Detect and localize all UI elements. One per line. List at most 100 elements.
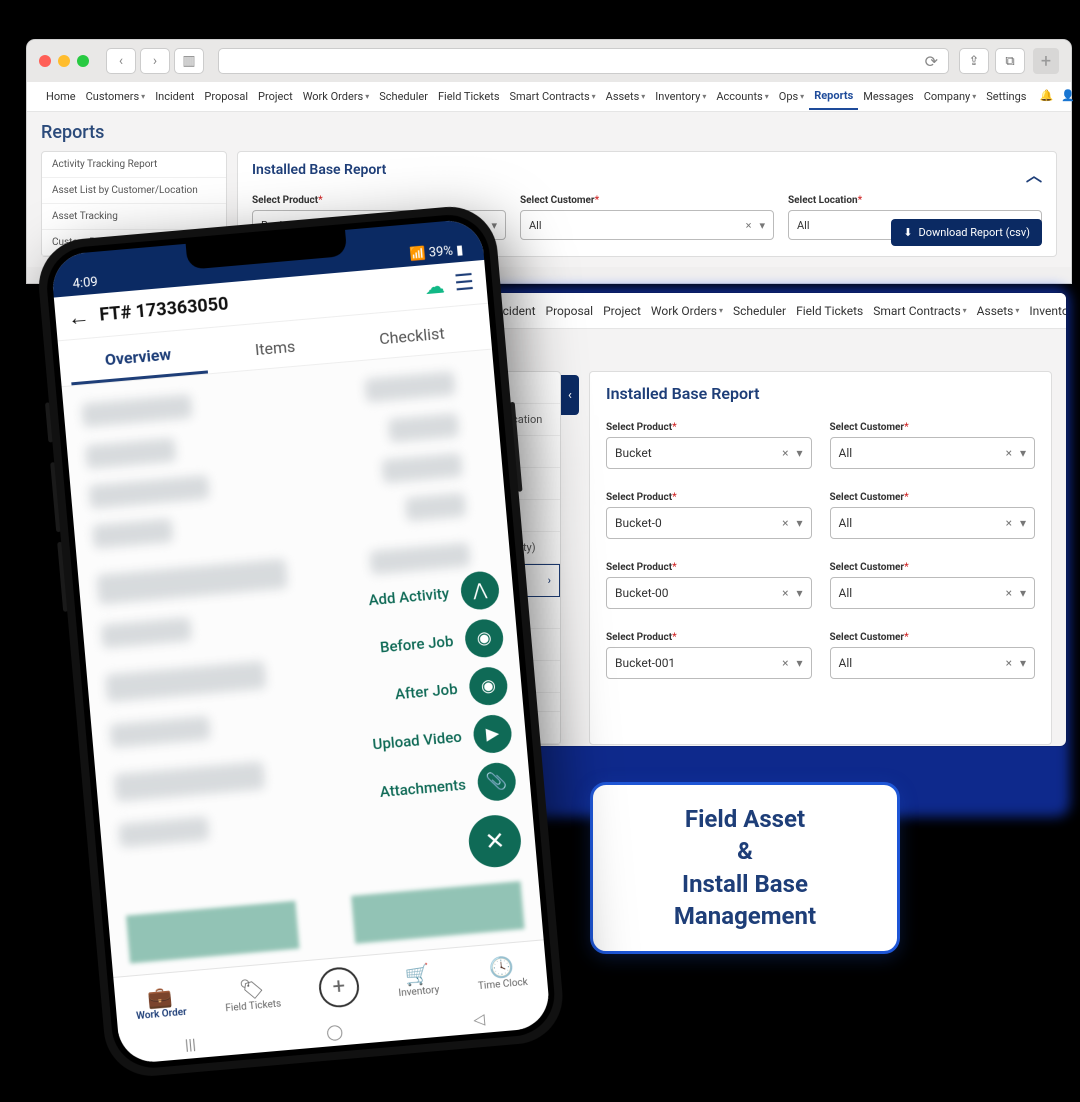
nav-label: Inventory bbox=[398, 985, 440, 1000]
chevron-down-icon: ▾ bbox=[1015, 306, 1019, 315]
nav-item-project[interactable]: Project bbox=[253, 90, 298, 103]
chevron-down-icon: ▾ bbox=[641, 92, 645, 101]
nav-item-reports[interactable]: Reports bbox=[809, 83, 858, 110]
nav-item-field-tickets[interactable]: Field Tickets bbox=[791, 304, 868, 318]
report-panel: Installed Base Report Select Product* Buc… bbox=[589, 371, 1052, 745]
clear-icon: × bbox=[782, 656, 788, 670]
fab-item-upload-video[interactable]: Upload Video▶ bbox=[371, 713, 513, 763]
fab-label: Before Job bbox=[379, 632, 454, 656]
nav-item-field-tickets[interactable]: Field Tickets bbox=[433, 90, 505, 103]
bottom-nav-add[interactable]: + bbox=[317, 965, 361, 1010]
sidebar-collapse-button[interactable]: ‹ bbox=[561, 375, 579, 415]
nav-item-home[interactable]: Home bbox=[41, 90, 81, 103]
share-button[interactable]: ⇪ bbox=[959, 48, 989, 74]
nav-item-proposal[interactable]: Proposal bbox=[199, 90, 253, 103]
chevron-down-icon: ▾ bbox=[972, 92, 976, 101]
nav-label: Work Order bbox=[136, 1007, 187, 1022]
bottom-nav-time-clock[interactable]: 🕓Time Clock bbox=[476, 955, 529, 992]
nav-item-ops[interactable]: Ops▾ bbox=[774, 90, 809, 103]
forward-button[interactable]: › bbox=[140, 48, 170, 74]
collapse-panel-icon[interactable]: ︿ bbox=[1026, 162, 1042, 186]
back-arrow-icon[interactable]: ← bbox=[67, 303, 91, 331]
chevron-down-icon: ▾ bbox=[719, 306, 723, 315]
status-time: 4:09 bbox=[72, 275, 98, 292]
select-product-dropdown[interactable]: Bucket-0× ▾ bbox=[606, 507, 812, 539]
close-window-icon[interactable] bbox=[39, 55, 51, 67]
bottom-nav-work-order[interactable]: 💼Work Order bbox=[134, 985, 187, 1022]
sidebar-item[interactable]: Asset Tracking bbox=[42, 204, 226, 230]
reload-icon[interactable]: ⟳ bbox=[925, 52, 938, 71]
page-title: Reports bbox=[41, 122, 1057, 143]
chevron-down-icon: ▾ bbox=[1020, 656, 1026, 670]
nav-item-accounts[interactable]: Accounts▾ bbox=[711, 90, 773, 103]
nav-item-incident[interactable]: Incident bbox=[150, 90, 199, 103]
select-product-dropdown[interactable]: Bucket-00× ▾ bbox=[606, 577, 812, 609]
nav-item-customers[interactable]: Customers▾ bbox=[81, 90, 151, 103]
user-avatar-icon[interactable]: 👤 bbox=[1061, 89, 1075, 105]
download-icon: ⬇ bbox=[903, 226, 912, 239]
sidebar-toggle-button[interactable]: ▥ bbox=[174, 48, 204, 74]
select-product-dropdown[interactable]: Bucket× ▾ bbox=[606, 437, 812, 469]
nav-item-settings[interactable]: Settings bbox=[981, 90, 1031, 103]
fab-item-after-job[interactable]: After Job◉ bbox=[393, 666, 508, 714]
panel-title: Installed Base Report bbox=[606, 384, 1035, 403]
select-customer-label: Select Customer* bbox=[520, 195, 599, 206]
address-bar[interactable]: ⟳ bbox=[218, 48, 949, 74]
fab-item-attachments[interactable]: Attachments 📎 bbox=[378, 761, 517, 811]
maximize-window-icon[interactable] bbox=[77, 55, 89, 67]
bottom-nav-field-tickets[interactable]: 🏷Field Tickets bbox=[223, 977, 282, 1015]
fab-icon: ◉ bbox=[468, 666, 509, 707]
select-customer-dropdown[interactable]: All× ▾ bbox=[830, 507, 1036, 539]
nav-icon: 🛒 bbox=[404, 963, 431, 985]
fab-icon: ⋀ bbox=[459, 570, 500, 611]
nav-item-assets[interactable]: Assets▾ bbox=[972, 304, 1025, 318]
fab-close-button[interactable]: ✕ bbox=[467, 813, 523, 869]
nav-item-messages[interactable]: Messages bbox=[858, 90, 918, 103]
new-tab-button[interactable]: + bbox=[1033, 48, 1059, 74]
bottom-nav-inventory[interactable]: 🛒Inventory bbox=[396, 963, 440, 999]
back-icon[interactable]: ◁ bbox=[473, 1010, 486, 1029]
select-product-label: Select Product* bbox=[606, 492, 677, 503]
select-product-dropdown[interactable]: Bucket-001× ▾ bbox=[606, 647, 812, 679]
select-customer-label: Select Customer* bbox=[830, 422, 909, 433]
clear-icon: × bbox=[1006, 656, 1012, 670]
minimize-window-icon[interactable] bbox=[58, 55, 70, 67]
select-product-label: Select Product* bbox=[252, 195, 323, 206]
nav-item-smart-contracts[interactable]: Smart Contracts▾ bbox=[868, 304, 971, 318]
fab-label: Attachments bbox=[379, 776, 466, 801]
nav-item-inventory[interactable]: Inventory▾ bbox=[1024, 304, 1066, 318]
sidebar-item[interactable]: Activity Tracking Report bbox=[42, 152, 226, 178]
chevron-down-icon: ▾ bbox=[796, 446, 802, 460]
download-report-button[interactable]: ⬇Download Report (csv) bbox=[891, 219, 1042, 246]
nav-item-assets[interactable]: Assets▾ bbox=[601, 90, 651, 103]
tabs-button[interactable]: ⧉ bbox=[995, 48, 1025, 74]
recent-apps-icon[interactable]: ||| bbox=[184, 1035, 197, 1054]
chevron-down-icon: ▾ bbox=[963, 306, 967, 315]
chevron-down-icon: ▾ bbox=[796, 656, 802, 670]
select-customer-dropdown[interactable]: All×▾ bbox=[520, 210, 774, 240]
select-location-label: Select Location* bbox=[788, 195, 862, 206]
bell-icon[interactable]: 🔔 bbox=[1039, 89, 1053, 105]
select-customer-dropdown[interactable]: All× ▾ bbox=[830, 577, 1036, 609]
nav-item-company[interactable]: Company▾ bbox=[919, 90, 982, 103]
nav-icon: 🕓 bbox=[488, 956, 515, 978]
nav-item-smart-contracts[interactable]: Smart Contracts▾ bbox=[505, 90, 601, 103]
nav-item-inventory[interactable]: Inventory▾ bbox=[650, 90, 711, 103]
nav-item-project[interactable]: Project bbox=[598, 304, 646, 318]
nav-label: Time Clock bbox=[478, 977, 529, 992]
sidebar-item[interactable]: Asset List by Customer/Location bbox=[42, 178, 226, 204]
cloud-sync-icon[interactable]: ☁ bbox=[424, 273, 446, 299]
nav-item-scheduler[interactable]: Scheduler bbox=[728, 304, 791, 318]
select-customer-dropdown[interactable]: All× ▾ bbox=[830, 437, 1036, 469]
fab-item-add-activity[interactable]: Add Activity⋀ bbox=[367, 570, 501, 619]
nav-item-scheduler[interactable]: Scheduler bbox=[374, 90, 433, 103]
fab-icon: 📎 bbox=[476, 761, 517, 802]
hamburger-menu-icon[interactable]: ☰ bbox=[453, 270, 475, 297]
back-button[interactable]: ‹ bbox=[106, 48, 136, 74]
home-icon[interactable]: ◯ bbox=[325, 1022, 343, 1041]
select-customer-dropdown[interactable]: All× ▾ bbox=[830, 647, 1036, 679]
nav-item-work-orders[interactable]: Work Orders▾ bbox=[298, 90, 375, 103]
nav-item-proposal[interactable]: Proposal bbox=[541, 304, 599, 318]
nav-item-work-orders[interactable]: Work Orders▾ bbox=[646, 304, 728, 318]
fab-item-before-job[interactable]: Before Job◉ bbox=[378, 618, 504, 667]
